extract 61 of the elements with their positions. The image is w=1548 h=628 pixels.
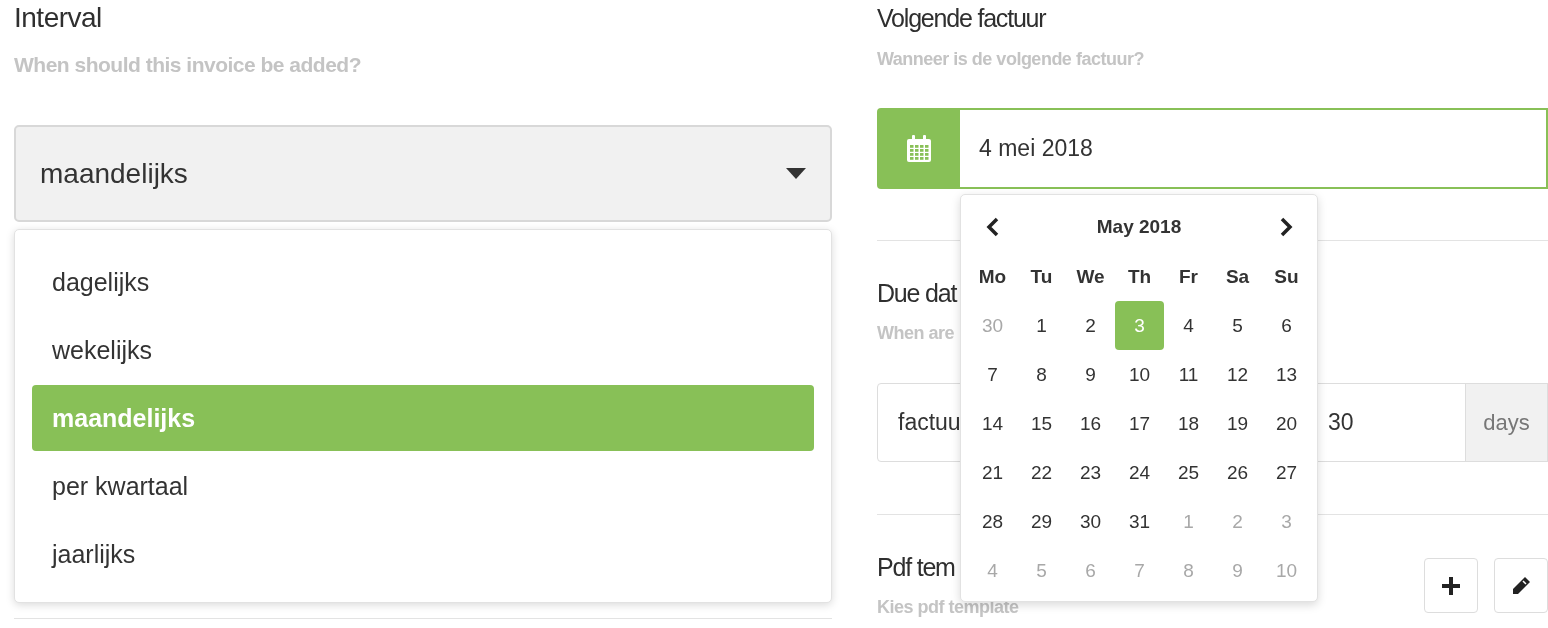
calendar-day[interactable]: 11 [1164,350,1213,399]
unit-addon: days [1466,383,1548,462]
calendar-day[interactable]: 23 [1066,448,1115,497]
calendar-icon [905,134,932,163]
dropdown-option[interactable]: dagelijks [32,249,814,315]
section-title: Pdf tem [877,552,955,583]
add-button[interactable] [1424,558,1478,613]
dropdown-option[interactable]: jaarlijks [32,521,814,587]
calendar-day[interactable]: 10 [1115,350,1164,399]
calendar-day[interactable]: 25 [1164,448,1213,497]
calendar-day[interactable]: 24 [1115,448,1164,497]
calendar-day[interactable]: 19 [1213,399,1262,448]
calendar-day[interactable]: 26 [1213,448,1262,497]
calendar-day[interactable]: 1 [1017,301,1066,350]
weekday-label: Su [1273,264,1300,289]
section-title: Interval [14,1,102,35]
weekday-label: Mo [977,264,1008,289]
calendar-day[interactable]: 12 [1213,350,1262,399]
calendar-day[interactable]: 29 [1017,497,1066,546]
calendar-day[interactable]: 16 [1066,399,1115,448]
weekday-label: Fr [1178,264,1199,289]
calendar-day[interactable]: 6 [1262,301,1311,350]
section-subtitle: Wanneer is de volgende factuur? [877,48,1144,71]
calendar-day[interactable]: 18 [1164,399,1213,448]
calendar-day[interactable]: 20 [1262,399,1311,448]
calendar-day[interactable]: 22 [1017,448,1066,497]
section-title: Due dat [877,278,957,309]
edit-button[interactable] [1494,558,1548,613]
calendar-day[interactable]: 8 [1017,350,1066,399]
section-title: Volgende factuur [877,3,1046,34]
calendar-day[interactable]: 14 [968,399,1017,448]
dropdown-option[interactable]: wekelijks [32,317,814,383]
chevron-left-icon[interactable] [985,217,1000,237]
weekday-label: We [1075,264,1106,289]
calendar-day[interactable]: 27 [1262,448,1311,497]
calendar-day[interactable]: 4 [1164,301,1213,350]
calendar-day[interactable]: 30 [1066,497,1115,546]
calendar-day[interactable]: 31 [1115,497,1164,546]
date-field[interactable]: 4 mei 2018 [960,108,1548,189]
calendar-day[interactable]: 13 [1262,350,1311,399]
calendar-day[interactable]: 28 [968,497,1017,546]
calendar-day[interactable]: 5 [1213,301,1262,350]
interval-select[interactable]: maandelijks [14,125,832,222]
calendar-day[interactable]: 7 [968,350,1017,399]
section-subtitle: Kies pdf template [877,596,1019,619]
dropdown-option[interactable]: per kwartaal [32,453,814,519]
calendar-day[interactable]: 21 [968,448,1017,497]
section-subtitle: When are [877,322,955,345]
weekday-label: Tu [1029,264,1054,289]
calendar-day[interactable]: 9 [1066,350,1115,399]
chevron-right-icon[interactable] [1278,217,1293,237]
pencil-icon [1511,575,1531,596]
caret-icon [786,167,806,180]
plus-icon [1442,576,1460,595]
weekday-label: Sa [1224,264,1251,289]
section-subtitle: When should this invoice be added? [14,52,362,78]
calendar-day[interactable]: 17 [1115,399,1164,448]
calendar-day[interactable]: 2 [1066,301,1115,350]
weekday-label: Th [1126,264,1153,289]
calendar-title: May 2018 [1096,216,1182,238]
calendar-day[interactable]: 15 [1017,399,1066,448]
